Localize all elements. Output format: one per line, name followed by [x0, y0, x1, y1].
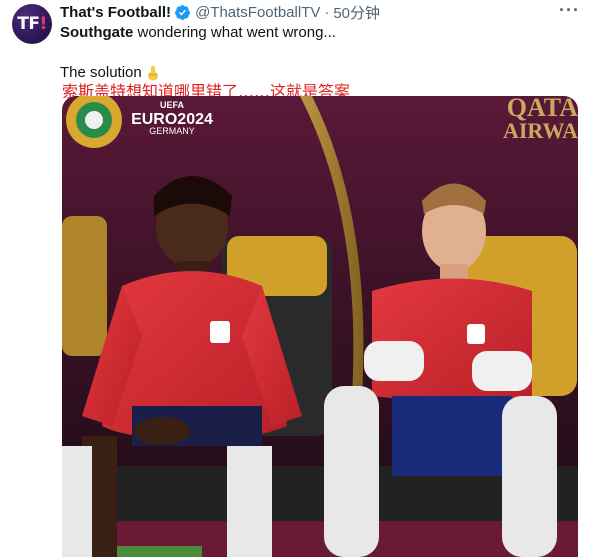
- tweet-image[interactable]: UEFA EURO2024 GERMANY QATA AIRWA: [62, 96, 578, 557]
- tweet-text-bold: Southgate: [60, 24, 134, 41]
- display-name[interactable]: That's Football!: [60, 4, 171, 21]
- verified-badge-icon: [175, 4, 190, 20]
- avatar[interactable]: TF!: [12, 4, 52, 44]
- timestamp[interactable]: 50分钟: [333, 2, 380, 23]
- separator-dot: ·: [324, 3, 330, 21]
- user-handle[interactable]: @ThatsFootballTV: [195, 4, 320, 21]
- tweet-text-rest: wondering what went wrong...: [133, 24, 336, 41]
- sponsor-text-line2: AIRWA: [503, 118, 578, 143]
- more-options-icon[interactable]: ···: [559, 0, 580, 21]
- logo-uefa-text: UEFA: [160, 100, 185, 110]
- logo-germany-text: GERMANY: [149, 126, 195, 136]
- tweet-text-line1: Southgate wondering what went wrong...: [60, 24, 336, 41]
- avatar-initials: TF!: [17, 14, 47, 34]
- tweet-header: That's Football! @ThatsFootballTV · 50分钟…: [60, 0, 580, 23]
